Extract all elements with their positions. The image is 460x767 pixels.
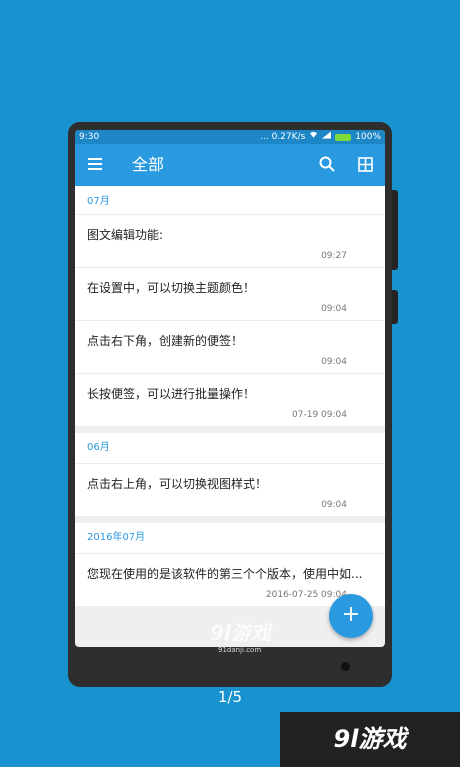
phone-power-button (392, 290, 398, 324)
page-indicator: 1/5 (217, 688, 243, 706)
note-item[interactable]: 在设置中，可以切换主题颜色！ 09:04 (75, 268, 385, 321)
menu-icon[interactable] (88, 158, 102, 170)
status-bar: 9:30 ... 0.27K/s 100% (75, 130, 385, 144)
wifi-icon (309, 130, 318, 144)
battery-icon (335, 133, 352, 141)
note-text: 图文编辑功能: (87, 228, 164, 242)
note-item[interactable]: 长按便签，可以进行批量操作！ 07-19 09:04 (75, 374, 385, 427)
grid-view-icon[interactable] (358, 157, 373, 172)
note-item[interactable]: 点击右下角，创建新的便签！ 09:04 (75, 321, 385, 374)
note-time: 09:04 (321, 500, 347, 510)
group-header: 2016年07月 (75, 523, 385, 554)
note-time: 2016-07-25 09:04 (265, 590, 347, 600)
note-text: 点击右下角，创建新的便签！ (87, 334, 244, 348)
status-right: ... 0.27K/s 100% (260, 130, 381, 144)
app-screen: 9:30 ... 0.27K/s 100% 全部 07月 图文编辑功能: 09:… (75, 130, 385, 647)
phone-sensor (341, 662, 350, 671)
status-time: 9:30 (79, 132, 100, 142)
note-list: 07月 图文编辑功能: 09:27 在设置中，可以切换主题颜色！ 09:04 点… (75, 186, 385, 607)
note-text: 在设置中，可以切换主题颜色！ (87, 281, 256, 295)
note-text: 长按便签，可以进行批量操作！ (87, 387, 256, 401)
app-toolbar: 全部 (75, 144, 385, 186)
group-header: 07月 (75, 186, 385, 215)
note-item[interactable]: 图文编辑功能: 09:27 (75, 215, 385, 268)
group-header: 06月 (75, 433, 385, 464)
network-speed: ... 0.27K/s (260, 132, 306, 142)
note-time: 09:04 (321, 357, 347, 367)
search-icon[interactable] (319, 156, 335, 172)
signal-icon (322, 130, 332, 144)
note-item[interactable]: 点击右上角，可以切换视图样式！ 09:04 (75, 464, 385, 517)
note-time: 09:04 (321, 304, 347, 314)
note-text: 点击右上角，可以切换视图样式！ (87, 477, 268, 491)
add-note-button[interactable]: + (329, 594, 373, 638)
corner-watermark: 9l游戏 (280, 712, 460, 767)
page-title: 全部 (132, 155, 165, 174)
battery-level: 100% (355, 132, 381, 142)
watermark-logo: 9l游戏 91danji.com (210, 617, 271, 654)
note-time: 09:27 (321, 251, 347, 261)
note-time: 07-19 09:04 (292, 410, 347, 420)
watermark-text: 9l游戏 (210, 621, 271, 645)
phone-volume-button (392, 190, 398, 270)
watermark-url: 91danji.com (218, 646, 262, 654)
note-text: 您现在使用的是该软件的第三个个版本，使用中如... (87, 567, 363, 581)
